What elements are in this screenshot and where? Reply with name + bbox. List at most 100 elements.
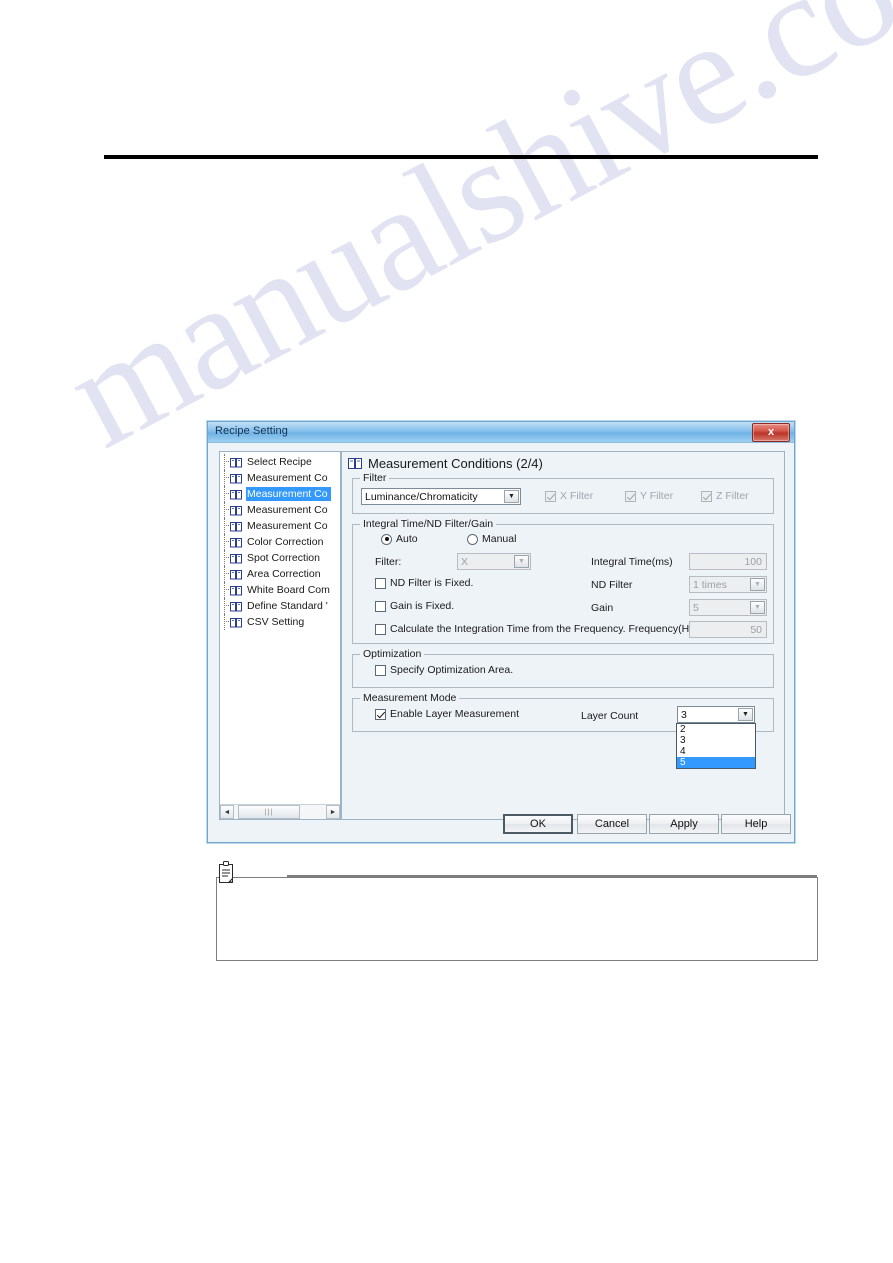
tree-item-0[interactable]: Select Recipe: [220, 454, 340, 470]
integral-time-label: Integral Time(ms): [591, 556, 673, 568]
gain-fixed-label: Gain is Fixed.: [390, 600, 455, 612]
page-header-rule: [104, 155, 818, 159]
ok-button[interactable]: OK: [503, 814, 573, 834]
layer-count-option-2[interactable]: 4: [677, 746, 755, 757]
layer-count-option-0[interactable]: 2: [677, 724, 755, 735]
book-icon: [230, 505, 243, 516]
x-filter-label: X Filter: [560, 490, 594, 502]
book-icon: [230, 553, 243, 564]
recipe-tree-list: Select Recipe Measurement Co Measurement C…: [220, 454, 340, 630]
tree-item-5[interactable]: Color Correction: [220, 534, 340, 550]
calc-integration-from-frequency-checkbox[interactable]: Calculate the Integration Time from the …: [375, 623, 698, 635]
book-icon: [230, 489, 243, 500]
book-icon: [230, 537, 243, 548]
dialog-titlebar[interactable]: Recipe Setting x: [208, 422, 794, 443]
book-icon: [230, 617, 243, 628]
measurement-conditions-pane: Measurement Conditions (2/4) Filter Lumi…: [341, 451, 785, 820]
filter-sub-label: Filter:: [375, 556, 402, 568]
tree-item-10[interactable]: CSV Setting: [220, 614, 340, 630]
nd-filter-combo[interactable]: 1 times ▼: [689, 576, 767, 593]
chevron-down-icon[interactable]: ▼: [750, 578, 765, 591]
tree-item-4[interactable]: Measurement Co: [220, 518, 340, 534]
pane-header-label: Measurement Conditions (2/4): [368, 456, 543, 471]
tree-item-7[interactable]: Area Correction: [220, 566, 340, 582]
y-filter-label: Y Filter: [640, 490, 674, 502]
chevron-down-icon[interactable]: ▼: [738, 708, 753, 721]
chevron-down-icon[interactable]: ▼: [514, 555, 529, 568]
tree-item-1[interactable]: Measurement Co: [220, 470, 340, 486]
frequency-input[interactable]: 50: [689, 621, 767, 638]
note-box-top-rule: [287, 875, 817, 878]
close-icon[interactable]: x: [752, 423, 790, 442]
layer-count-option-3[interactable]: 5: [677, 757, 755, 768]
memo-icon: [216, 860, 236, 886]
tree-item-6[interactable]: Spot Correction: [220, 550, 340, 566]
dialog-button-row: OK Cancel Apply Help: [208, 814, 794, 834]
x-filter-checkbox[interactable]: X Filter: [545, 490, 593, 502]
gain-label: Gain: [591, 602, 614, 614]
checkbox-box: [375, 577, 386, 589]
chevron-down-icon[interactable]: ▼: [504, 490, 519, 503]
auto-radio-label: Auto: [396, 533, 418, 545]
tree-item-label: Measurement Co: [247, 472, 328, 484]
tree-item-label: Color Correction: [247, 536, 324, 548]
tree-item-label: Define Standard ': [247, 600, 328, 612]
layer-count-dropdown-list[interactable]: 2345: [676, 723, 756, 769]
integral-group-legend: Integral Time/ND Filter/Gain: [360, 518, 497, 530]
filter-type-value: Luminance/Chromaticity: [365, 490, 478, 503]
recipe-setting-dialog: Recipe Setting x Select Recipe Measuremen…: [207, 421, 795, 843]
specify-optimization-area-checkbox[interactable]: Specify Optimization Area.: [375, 664, 513, 676]
apply-button[interactable]: Apply: [649, 814, 719, 834]
layer-count-option-1[interactable]: 3: [677, 735, 755, 746]
gain-combo[interactable]: 5 ▼: [689, 599, 767, 616]
tree-item-label: Measurement Co: [247, 504, 328, 516]
note-box: [216, 877, 818, 961]
integral-time-group: Integral Time/ND Filter/Gain Auto Manual…: [352, 518, 774, 644]
tree-item-label: Select Recipe: [247, 456, 312, 468]
nd-filter-label: ND Filter: [591, 579, 633, 591]
z-filter-checkbox[interactable]: Z Filter: [701, 490, 749, 502]
auto-radio[interactable]: Auto: [381, 533, 418, 545]
tree-item-label: Measurement Co: [246, 487, 331, 501]
filter-xyz-value: X: [461, 555, 469, 568]
recipe-tree-pane[interactable]: Select Recipe Measurement Co Measurement C…: [219, 451, 341, 820]
specify-optimization-area-label: Specify Optimization Area.: [390, 664, 514, 676]
tree-item-3[interactable]: Measurement Co: [220, 502, 340, 518]
chevron-down-icon[interactable]: ▼: [750, 601, 765, 614]
watermark: manualshive.com: [41, 0, 893, 480]
checkbox-box: [375, 708, 386, 720]
checkbox-box: [375, 664, 386, 676]
filter-xyz-combo[interactable]: X ▼: [457, 553, 531, 570]
radio-dot: [381, 533, 392, 545]
nd-filter-fixed-label: ND Filter is Fixed.: [390, 577, 474, 589]
tree-item-label: Area Correction: [247, 568, 321, 580]
z-filter-label: Z Filter: [716, 490, 749, 502]
book-icon: [230, 457, 243, 468]
cancel-button[interactable]: Cancel: [577, 814, 647, 834]
enable-layer-measurement-label: Enable Layer Measurement: [390, 708, 519, 720]
layer-count-combo[interactable]: 3 ▼: [677, 706, 755, 723]
manual-radio[interactable]: Manual: [467, 533, 516, 545]
nd-filter-fixed-checkbox[interactable]: ND Filter is Fixed.: [375, 577, 473, 589]
optimization-group-legend: Optimization: [360, 648, 425, 660]
filter-type-combo[interactable]: Luminance/Chromaticity ▼: [361, 488, 521, 505]
tree-item-9[interactable]: Define Standard ': [220, 598, 340, 614]
layer-count-label: Layer Count: [581, 710, 639, 722]
manual-radio-label: Manual: [482, 533, 517, 545]
filter-group: Filter Luminance/Chromaticity ▼ X Filter…: [352, 472, 774, 514]
dialog-body: Select Recipe Measurement Co Measurement C…: [208, 443, 794, 842]
checkbox-box: [701, 490, 712, 502]
enable-layer-measurement-checkbox[interactable]: Enable Layer Measurement: [375, 708, 519, 720]
tree-item-8[interactable]: White Board Com: [220, 582, 340, 598]
layer-count-value: 3: [681, 708, 687, 721]
dialog-title: Recipe Setting: [215, 425, 288, 437]
tree-item-label: Spot Correction: [247, 552, 320, 564]
gain-fixed-checkbox[interactable]: Gain is Fixed.: [375, 600, 454, 612]
page-root: manualshive.com Recipe Setting x Select …: [0, 0, 893, 1263]
integral-time-input[interactable]: 100: [689, 553, 767, 570]
tree-item-label: CSV Setting: [247, 616, 305, 628]
tree-item-2[interactable]: Measurement Co: [220, 486, 340, 502]
help-button[interactable]: Help: [721, 814, 791, 834]
y-filter-checkbox[interactable]: Y Filter: [625, 490, 673, 502]
book-icon: [348, 457, 363, 470]
